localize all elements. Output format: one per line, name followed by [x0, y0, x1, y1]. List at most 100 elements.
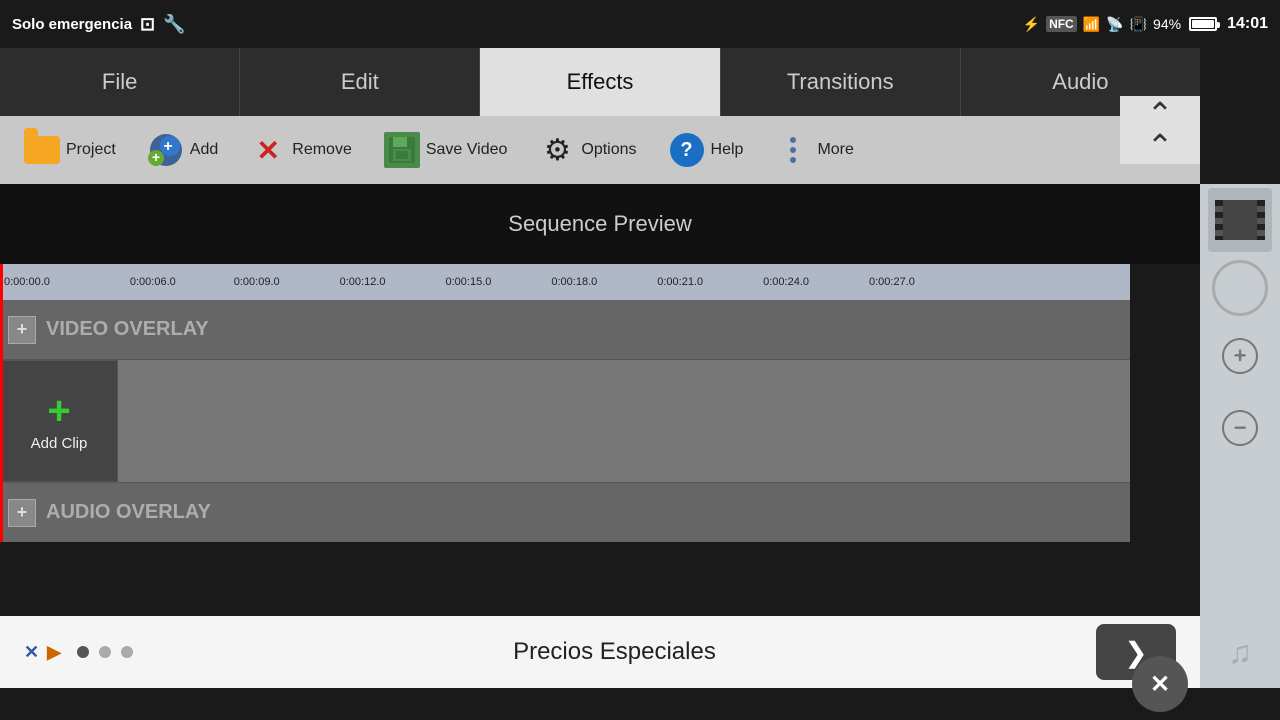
more-label: More [817, 141, 853, 159]
chevron-up-icon: ⌃⌃ [1147, 98, 1174, 162]
ad-dots [77, 646, 133, 658]
svg-text:+: + [163, 138, 172, 155]
ruler-tick-1: 0:00:06.0 [130, 276, 176, 288]
folder-icon [24, 136, 60, 164]
project-label: Project [66, 141, 116, 159]
ruler-tick-8: 0:00:27.0 [869, 276, 915, 288]
video-overlay-track: + VIDEO OVERLAY [0, 300, 1130, 360]
music-note-icon: ♫ [1228, 634, 1252, 671]
more-button[interactable]: More [759, 124, 869, 176]
battery-icon: 📳 [1130, 16, 1147, 33]
ad-dot-3 [121, 646, 133, 658]
wrench-icon: 🔧 [163, 14, 185, 35]
remove-icon: ✕ [250, 132, 286, 168]
filmstrip-icon [1215, 200, 1265, 240]
status-right: ⚡ NFC 📶 📡 📳 94% 14:01 [1023, 15, 1268, 33]
ad-left: ✕ ▶ [24, 642, 61, 663]
clip-area [118, 360, 1130, 482]
ad-text: Precios Especiales [149, 638, 1080, 666]
add-clip-button[interactable]: + Add Clip [0, 360, 118, 482]
save-video-button[interactable]: Save Video [368, 124, 524, 176]
tab-up-button[interactable]: ⌃⌃ [1120, 96, 1200, 164]
project-icon [24, 132, 60, 168]
ruler-tick-7: 0:00:24.0 [763, 276, 809, 288]
close-circle[interactable]: ✕ [1132, 656, 1188, 712]
dot2 [790, 147, 796, 153]
audio-overlay-track: + AUDIO OVERLAY [0, 482, 1130, 542]
floppy-icon [384, 132, 420, 168]
ruler-tick-5: 0:00:18.0 [551, 276, 597, 288]
close-icon: ✕ [1150, 670, 1170, 699]
signal-icon: 📶 [1083, 16, 1100, 33]
options-button[interactable]: ⚙ Options [523, 124, 652, 176]
add-clip-area: + Add Clip [0, 360, 1130, 482]
remove-label: Remove [292, 141, 352, 159]
nfc-icon: NFC [1046, 16, 1077, 32]
tab-bar: File Edit Effects Transitions Audio [0, 48, 1200, 116]
tab-edit[interactable]: Edit [240, 48, 480, 116]
dot1 [790, 137, 796, 143]
tab-effects[interactable]: Effects [480, 48, 720, 116]
main-content: Sequence Preview 0:00:00.0 0:00:06.0 0:0… [0, 184, 1280, 688]
timeline-wrapper: 0:00:00.0 0:00:06.0 0:00:09.0 0:00:12.0 … [0, 264, 1130, 542]
project-button[interactable]: Project [8, 124, 132, 176]
dot3 [790, 157, 796, 163]
tab-bar-container: File Edit Effects Transitions Audio ⌃⌃ [0, 48, 1280, 116]
question-mark-icon: ? [670, 133, 704, 167]
status-bar: Solo emergencia ⊡ 🔧 ⚡ NFC 📶 📡 📳 94% 14:0… [0, 0, 1280, 48]
audio-overlay-add-btn[interactable]: + [8, 499, 36, 527]
music-button[interactable]: ♫ [1208, 620, 1272, 684]
help-icon: ? [669, 132, 705, 168]
wifi-icon: 📡 [1106, 16, 1123, 33]
ad-dot-1 [77, 646, 89, 658]
tab-transitions[interactable]: Transitions [721, 48, 961, 116]
options-label: Options [581, 141, 636, 159]
ruler-tick-0: 0:00:00.0 [4, 276, 50, 288]
ruler-tick-6: 0:00:21.0 [657, 276, 703, 288]
bluetooth-icon: ⚡ [1023, 16, 1040, 33]
options-icon: ⚙ [539, 132, 575, 168]
save-icon [384, 132, 420, 168]
circle-button[interactable] [1212, 260, 1268, 316]
remove-button[interactable]: ✕ Remove [234, 124, 368, 176]
app-name: Solo emergencia [12, 16, 132, 33]
toolbar: Project + + Add ✕ Remove [0, 116, 1200, 184]
add-svg-icon: + + [148, 132, 184, 168]
add-label: Add [190, 141, 218, 159]
ad-bar: ✕ ▶ Precios Especiales ❯ [0, 616, 1200, 688]
add-button[interactable]: + + Add [132, 124, 234, 176]
help-label: Help [711, 141, 744, 159]
ad-close-button[interactable]: ✕ [1120, 648, 1200, 720]
zoom-out-icon: − [1222, 410, 1258, 446]
video-overlay-label: VIDEO OVERLAY [46, 318, 209, 341]
status-left: Solo emergencia ⊡ 🔧 [12, 14, 186, 35]
sequence-preview: Sequence Preview [0, 184, 1200, 264]
zoom-out-button[interactable]: − [1208, 396, 1272, 460]
timeline-cursor [0, 264, 3, 542]
video-overlay-add-btn[interactable]: + [8, 316, 36, 344]
svg-text:+: + [152, 149, 160, 165]
save-video-label: Save Video [426, 141, 508, 159]
ruler-tick-2: 0:00:09.0 [234, 276, 280, 288]
add-clip-label: Add Clip [31, 435, 88, 452]
more-icon [775, 132, 811, 168]
timeline-ruler: 0:00:00.0 0:00:06.0 0:00:09.0 0:00:12.0 … [0, 264, 1130, 300]
zoom-in-icon: + [1222, 338, 1258, 374]
ad-logo-arrow: ▶ [47, 642, 61, 663]
time: 14:01 [1227, 15, 1268, 33]
filmstrip-button[interactable] [1208, 188, 1272, 252]
zoom-in-button[interactable]: + [1208, 324, 1272, 388]
battery-visual [1189, 17, 1217, 31]
ad-dot-2 [99, 646, 111, 658]
battery-percent: 94% [1153, 16, 1181, 32]
ruler-tick-3: 0:00:12.0 [340, 276, 386, 288]
ad-logo-x: ✕ [24, 642, 39, 663]
sequence-preview-label: Sequence Preview [508, 211, 691, 237]
right-panel: + − ♫ [1200, 184, 1280, 688]
help-button[interactable]: ? Help [653, 124, 760, 176]
add-clip-plus-icon: + [47, 391, 70, 431]
screenshot-icon: ⊡ [140, 14, 155, 35]
tab-file[interactable]: File [0, 48, 240, 116]
add-icon: + + [148, 132, 184, 168]
audio-overlay-label: AUDIO OVERLAY [46, 501, 211, 524]
